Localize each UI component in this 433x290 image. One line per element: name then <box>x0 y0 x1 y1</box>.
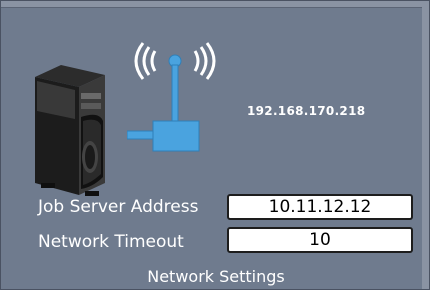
job-server-address-field[interactable] <box>227 194 413 220</box>
network-settings-panel: 192.168.170.218 Job Server Address Netwo… <box>0 0 430 290</box>
network-timeout-label: Network Timeout <box>38 232 184 252</box>
panel-right-edge <box>422 1 429 289</box>
panel-top-edge <box>1 1 429 8</box>
job-server-address-label: Job Server Address <box>38 197 199 217</box>
network-settings-title: Network Settings <box>147 267 285 286</box>
device-ip-address: 192.168.170.218 <box>247 104 366 118</box>
wireless-antenna-icon <box>127 42 216 152</box>
network-timeout-field[interactable] <box>227 227 413 253</box>
